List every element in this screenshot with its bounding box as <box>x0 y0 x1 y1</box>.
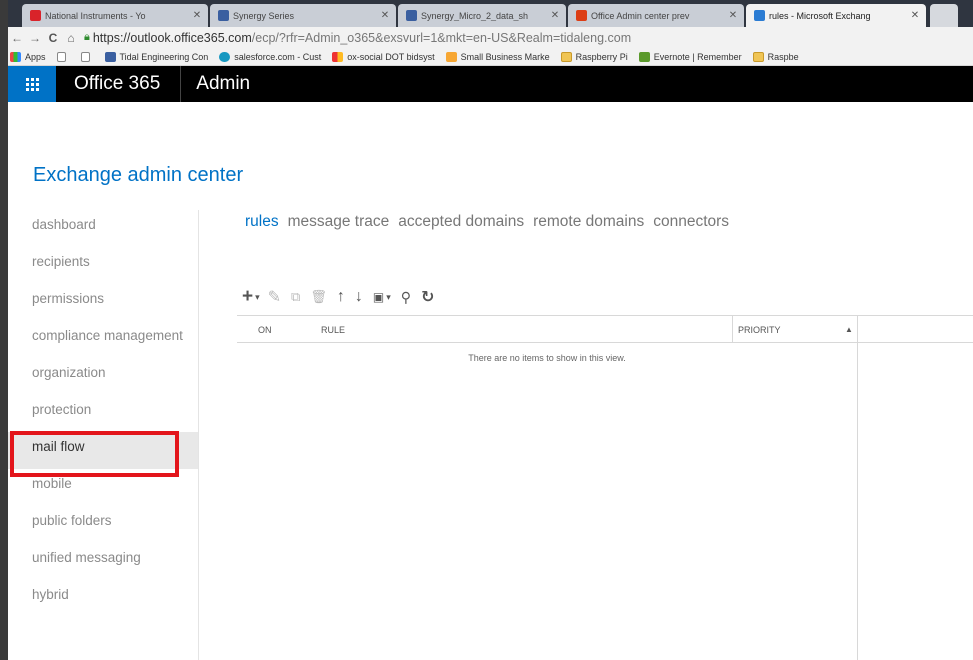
tab-message-trace[interactable]: message trace <box>288 213 390 231</box>
bookmark-raspberry-folder[interactable]: Raspbe <box>752 51 799 62</box>
close-tab-icon[interactable]: ✕ <box>191 10 203 21</box>
header-divider <box>180 66 182 102</box>
sort-ascending-icon[interactable]: ▲ <box>845 325 853 334</box>
report-dropdown-icon[interactable]: ▾ <box>386 292 391 303</box>
synergy-icon <box>406 10 417 21</box>
nav-item-recipients[interactable]: recipients <box>8 247 198 284</box>
column-divider <box>732 315 733 343</box>
folder-icon <box>560 51 572 62</box>
bookmark-page[interactable] <box>80 51 94 62</box>
bookmark-salesforce[interactable]: salesforce.com - Cust <box>219 51 321 62</box>
evernote-icon <box>638 51 650 62</box>
youtube-icon <box>30 10 41 21</box>
office365-header: Office 365 Admin <box>0 66 973 102</box>
details-pane-divider <box>857 315 858 660</box>
bookmark-raspberry-pi[interactable]: Raspberry Pi <box>560 51 628 62</box>
smb-icon <box>445 51 457 62</box>
page-icon <box>80 51 90 62</box>
refresh-icon[interactable]: ↻ <box>421 287 434 307</box>
nav-item-organization[interactable]: organization <box>8 358 198 395</box>
folder-icon <box>752 51 764 62</box>
browser-tab[interactable]: Synergy Series ✕ <box>210 4 396 27</box>
ox-icon <box>332 51 344 62</box>
office-icon <box>576 10 587 21</box>
add-icon[interactable]: + <box>242 286 253 308</box>
forward-arrow-icon[interactable]: → <box>26 31 44 45</box>
bookmark-apps[interactable]: Apps <box>10 51 46 62</box>
browser-tab-strip: National Instruments - Yo ✕ Synergy Seri… <box>0 0 973 27</box>
admin-title[interactable]: Admin <box>196 73 250 95</box>
browser-tab[interactable]: Office Admin center prev ✕ <box>568 4 744 27</box>
mail-flow-highlight-box <box>10 431 179 477</box>
tab-connectors[interactable]: connectors <box>653 213 729 231</box>
nav-item-protection[interactable]: protection <box>8 395 198 432</box>
rules-table-header: ON RULE PRIORITY ▲ <box>237 315 973 343</box>
browser-tab[interactable]: Synergy_Micro_2_data_sh ✕ <box>398 4 566 27</box>
column-header-priority[interactable]: PRIORITY <box>738 325 781 335</box>
nav-item-dashboard[interactable]: dashboard <box>8 210 198 247</box>
empty-table-message: There are no items to show in this view. <box>468 353 626 363</box>
nav-item-permissions[interactable]: permissions <box>8 284 198 321</box>
report-icon[interactable]: ▣ <box>373 290 384 304</box>
tidal-icon <box>104 51 116 62</box>
bookmark-page[interactable] <box>56 51 70 62</box>
tab-remote-domains[interactable]: remote domains <box>533 213 644 231</box>
page-title: Exchange admin center <box>33 164 244 186</box>
bookmark-small-business[interactable]: Small Business Marke <box>445 51 550 62</box>
office365-title[interactable]: Office 365 <box>74 73 160 95</box>
screen: National Instruments - Yo ✕ Synergy Seri… <box>0 0 973 660</box>
page-icon <box>56 51 66 62</box>
nav-item-compliance-management[interactable]: compliance management <box>8 321 198 358</box>
lock-icon: 🔒︎ <box>84 31 90 43</box>
delete-icon[interactable]: 🗑︎ <box>310 289 327 305</box>
bookmark-evernote[interactable]: Evernote | Remember <box>638 51 742 62</box>
mail-flow-tabs: rules message trace accepted domains rem… <box>245 213 738 231</box>
salesforce-icon <box>219 51 231 62</box>
rules-toolbar: + ▾ ✎ ⧉ 🗑︎ ↑ ↓ ▣ ▾ ⚲ ↻ <box>242 286 444 308</box>
close-tab-icon[interactable]: ✕ <box>909 10 921 21</box>
browser-toolbar: ← → C ⌂ 🔒︎ https://outlook.office365.com… <box>0 27 973 48</box>
home-icon[interactable]: ⌂ <box>62 31 80 45</box>
exchange-icon <box>754 10 765 21</box>
nav-item-unified-messaging[interactable]: unified messaging <box>8 543 198 580</box>
tab-rules[interactable]: rules <box>245 213 279 231</box>
column-header-rule[interactable]: RULE <box>321 325 345 335</box>
edit-icon[interactable]: ✎ <box>268 287 281 307</box>
move-down-icon[interactable]: ↓ <box>355 288 363 306</box>
waffle-icon <box>25 77 39 91</box>
bookmark-ox-social[interactable]: ox-social DOT bidsyst <box>332 51 435 62</box>
window-edge <box>0 0 8 660</box>
close-tab-icon[interactable]: ✕ <box>727 10 739 21</box>
app-launcher-button[interactable] <box>8 66 56 102</box>
nav-item-public-folders[interactable]: public folders <box>8 506 198 543</box>
address-bar[interactable]: https://outlook.office365.com/ecp/?rfr=A… <box>93 31 631 45</box>
synergy-icon <box>218 10 229 21</box>
search-icon[interactable]: ⚲ <box>401 289 411 306</box>
close-tab-icon[interactable]: ✕ <box>379 10 391 21</box>
move-up-icon[interactable]: ↑ <box>337 288 345 306</box>
back-arrow-icon[interactable]: ← <box>8 31 26 45</box>
browser-tab-active[interactable]: rules - Microsoft Exchang ✕ <box>746 4 926 27</box>
reload-icon[interactable]: C <box>44 31 62 45</box>
nav-item-hybrid[interactable]: hybrid <box>8 580 198 617</box>
close-tab-icon[interactable]: ✕ <box>549 10 561 21</box>
bookmarks-bar: Apps Tidal Engineering Con salesforce.co… <box>0 48 973 66</box>
add-dropdown-icon[interactable]: ▾ <box>255 292 260 303</box>
nav-divider <box>198 210 199 660</box>
new-tab-button[interactable] <box>930 4 958 27</box>
apps-icon <box>10 51 21 62</box>
bookmark-tidal[interactable]: Tidal Engineering Con <box>104 51 208 62</box>
tab-accepted-domains[interactable]: accepted domains <box>398 213 524 231</box>
column-header-on[interactable]: ON <box>258 325 272 335</box>
copy-icon[interactable]: ⧉ <box>291 289 300 305</box>
browser-tab[interactable]: National Instruments - Yo ✕ <box>22 4 208 27</box>
